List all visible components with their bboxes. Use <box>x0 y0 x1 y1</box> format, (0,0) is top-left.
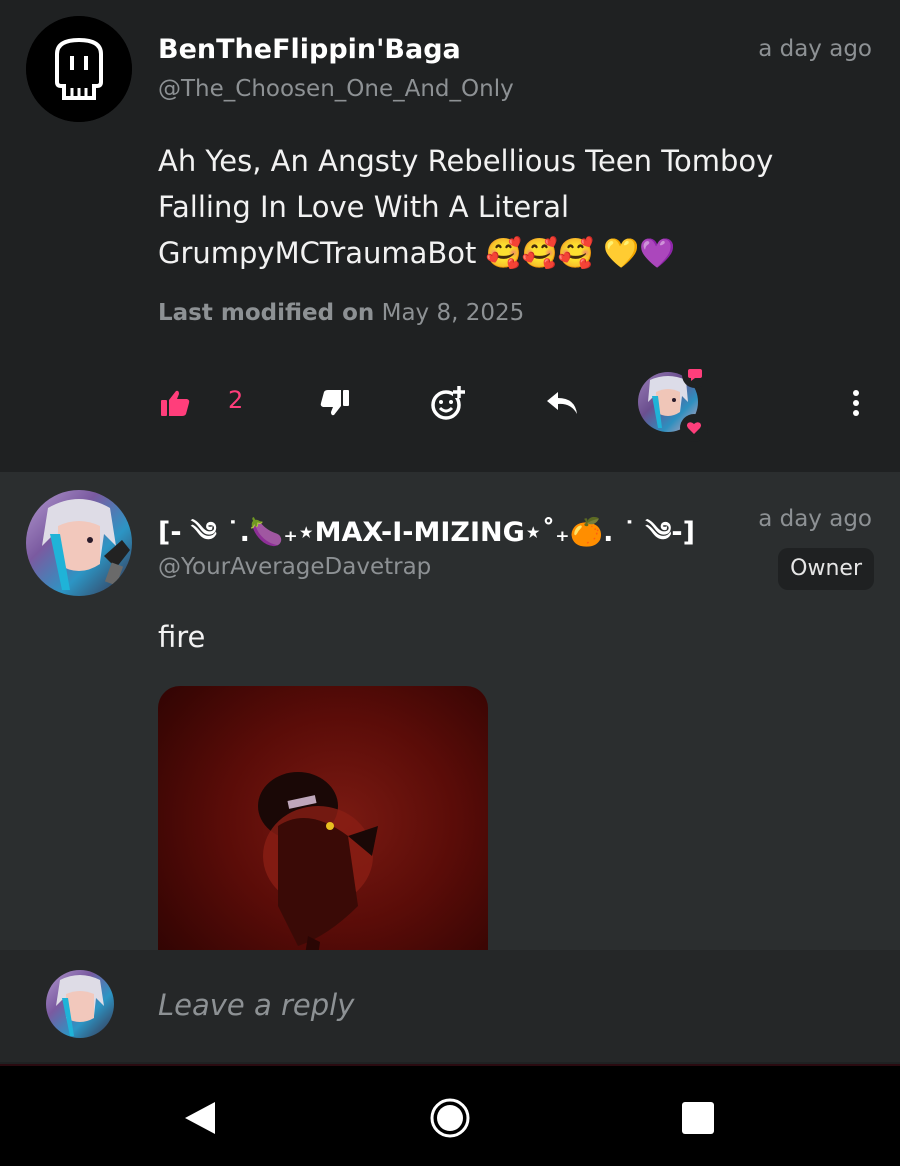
like-count: 2 <box>228 386 244 414</box>
recents-button[interactable] <box>676 1096 720 1140</box>
comment-body: Ah Yes, An Angsty Rebellious Teen Tomboy… <box>158 144 774 270</box>
timestamp: a day ago <box>758 506 872 532</box>
comment-body: fire <box>158 620 206 654</box>
thumbs-down-icon <box>320 390 349 416</box>
system-navigation-bar <box>0 1064 900 1166</box>
modified-date: May 8, 2025 <box>381 300 525 326</box>
author-handle[interactable]: @YourAverageDavetrap <box>158 554 431 580</box>
add-emoji-icon <box>431 386 465 420</box>
reply-input[interactable]: Leave a reply <box>158 988 354 1022</box>
modified-label: Last modified on <box>158 300 375 326</box>
timestamp: a day ago <box>758 36 872 62</box>
character-avatar-icon <box>56 975 104 1036</box>
character-avatar-icon <box>42 499 130 590</box>
gif-scene-image <box>258 772 378 950</box>
back-triangle-icon <box>185 1102 215 1134</box>
home-button[interactable] <box>428 1096 472 1140</box>
back-button[interactable] <box>178 1096 222 1140</box>
skull-icon <box>26 16 132 122</box>
author-avatar[interactable] <box>26 490 132 596</box>
add-reaction-button[interactable] <box>428 380 468 426</box>
comment-card: [- ༄ ˙.🍆₊⋆MAX-I-MIZING⋆˚₊🍊. ˙ ༄-] @YourA… <box>0 472 900 950</box>
comment-card: BenTheFlippin'Baga @The_Choosen_One_And_… <box>0 0 900 472</box>
thumbs-up-icon <box>161 390 190 416</box>
author-avatar[interactable] <box>26 16 132 122</box>
modified-info: Last modified on May 8, 2025 <box>158 300 524 326</box>
like-button[interactable] <box>158 380 192 426</box>
reply-button[interactable] <box>544 380 580 426</box>
owner-badge: Owner <box>778 548 874 590</box>
recents-square-icon <box>682 1102 714 1134</box>
dislike-button[interactable] <box>318 380 352 426</box>
gif-thumbnail[interactable] <box>158 686 488 950</box>
current-user-avatar <box>46 970 114 1038</box>
reaction-chat-badge <box>682 362 708 388</box>
home-circle-icon <box>430 1098 470 1138</box>
reply-bar[interactable] <box>0 950 900 1062</box>
more-options-button[interactable] <box>840 380 872 426</box>
heart-icon <box>687 422 701 434</box>
author-handle[interactable]: @The_Choosen_One_And_Only <box>158 76 514 102</box>
chat-bubble-icon <box>688 369 702 381</box>
reaction-heart-badge <box>680 414 708 442</box>
reply-arrow-icon <box>547 392 577 414</box>
author-name[interactable]: BenTheFlippin'Baga <box>158 34 461 65</box>
more-vertical-icon <box>853 390 859 416</box>
